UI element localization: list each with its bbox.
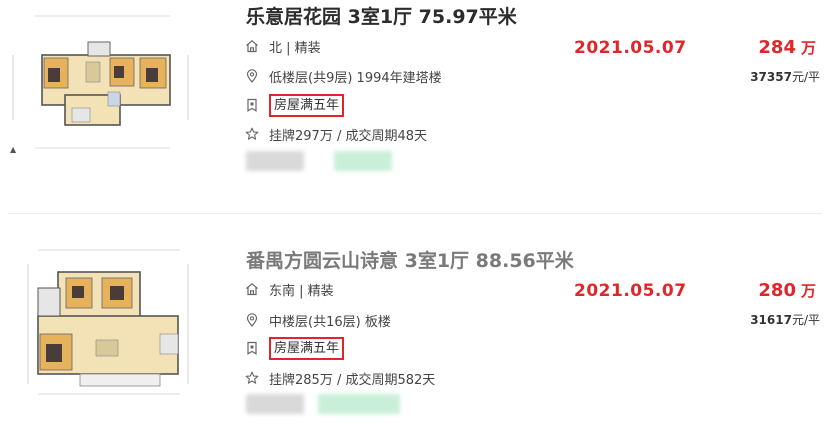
unit-price: 31617元/平 — [750, 311, 820, 328]
listing-card[interactable]: 番禺方圆云山诗意 3室1厅 88.56平米 东南 | 精装 中楼层(共16层) … — [0, 236, 830, 436]
tag-row: 房屋满五年 — [243, 336, 345, 360]
listing-info-row: 挂牌285万 / 成交周期582天 — [243, 368, 435, 388]
svg-text:▲: ▲ — [10, 145, 17, 154]
deal-date: 2021.05.07 — [574, 38, 687, 58]
floor-info-text: 中楼层(共16层) 板楼 — [269, 314, 391, 330]
floor-info-row: 中楼层(共16层) 板楼 — [243, 310, 391, 330]
listing-info-row: 挂牌297万 / 成交周期48天 — [243, 124, 427, 144]
unit-price-unit: 元/平 — [791, 313, 820, 327]
location-pin-icon — [243, 311, 261, 329]
listing-info-text: 挂牌297万 / 成交周期48天 — [269, 128, 427, 144]
house-info-text: 东南 | 精装 — [269, 283, 334, 299]
listing-info-text: 挂牌285万 / 成交周期582天 — [269, 372, 436, 388]
tag-row: 房屋满五年 — [243, 93, 345, 117]
house-info-text: 北 | 精装 — [269, 40, 321, 56]
star-icon — [243, 125, 261, 143]
listing-title[interactable]: 番禺方圆云山诗意 3室1厅 88.56平米 — [246, 246, 574, 273]
floor-info-text: 低楼层(共9层) 1994年建塔楼 — [269, 70, 442, 86]
shield-tag-icon — [243, 339, 261, 357]
unit-price-unit: 元/平 — [791, 70, 820, 84]
tag-five-years: 房屋满五年 — [269, 336, 345, 360]
star-icon — [243, 369, 261, 387]
house-info-row: 东南 | 精装 — [243, 279, 334, 299]
total-price-unit: 万 — [800, 39, 816, 57]
floor-plan-image[interactable]: ▲ — [10, 10, 195, 170]
total-price: 280 万 — [758, 280, 816, 301]
floor-info-row: 低楼层(共9层) 1994年建塔楼 — [243, 66, 442, 86]
listing-card[interactable]: ▲ 乐意居花园 3室1厅 75.97平米 北 | 精装 低楼层(共9层) 199… — [0, 0, 830, 200]
house-icon — [243, 37, 261, 55]
floor-plan-image[interactable] — [10, 244, 195, 404]
deal-date: 2021.05.07 — [574, 281, 687, 301]
total-price-unit: 万 — [800, 282, 816, 300]
listing-title[interactable]: 乐意居花园 3室1厅 75.97平米 — [246, 2, 517, 29]
total-price: 284 万 — [758, 37, 816, 58]
unit-price-value: 37357 — [750, 70, 792, 84]
total-price-value: 280 — [758, 280, 796, 301]
location-pin-icon — [243, 67, 261, 85]
house-icon — [243, 280, 261, 298]
house-info-row: 北 | 精装 — [243, 36, 321, 56]
unit-price-value: 31617 — [750, 313, 792, 327]
unit-price: 37357元/平 — [750, 68, 820, 85]
shield-tag-icon — [243, 96, 261, 114]
listing-divider — [8, 213, 822, 214]
total-price-value: 284 — [758, 37, 796, 58]
tag-five-years: 房屋满五年 — [269, 93, 345, 117]
